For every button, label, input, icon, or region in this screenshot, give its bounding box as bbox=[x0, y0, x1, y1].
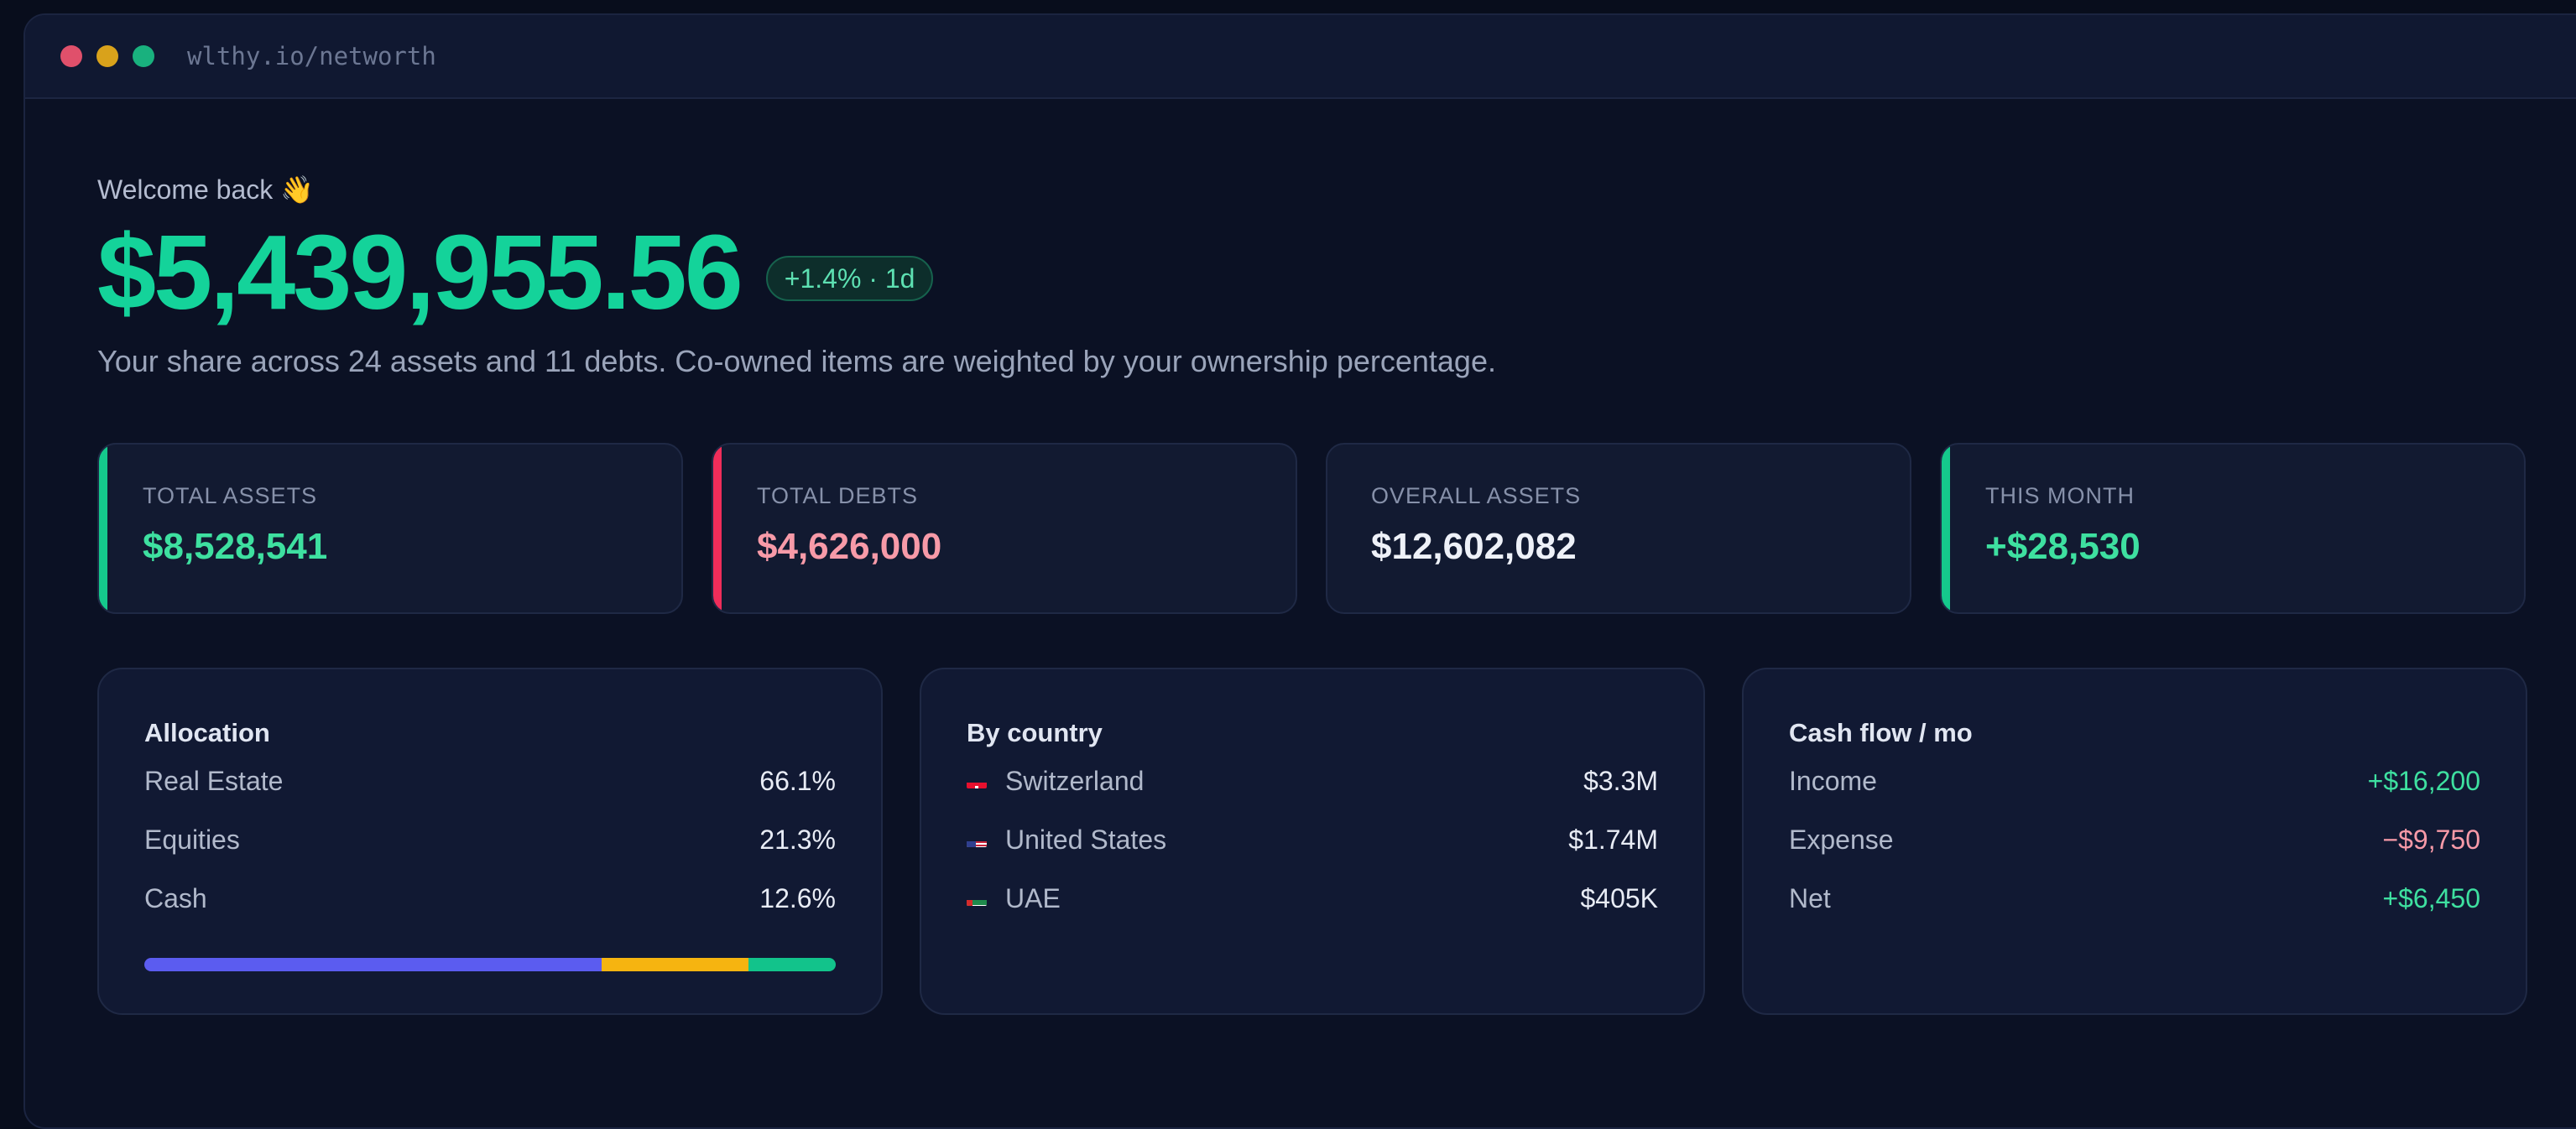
stat-card-total-assets: TOTAL ASSETS $8,528,541 bbox=[97, 443, 683, 614]
address-bar-url[interactable]: wlthy.io/networth bbox=[187, 42, 436, 70]
cash-flow-row-net: Net +$6,450 bbox=[1789, 869, 2480, 928]
stat-card-overall-assets: OVERALL ASSETS $12,602,082 bbox=[1326, 443, 1911, 614]
cash-flow-row-income: Income +$16,200 bbox=[1789, 752, 2480, 810]
stat-card-this-month: THIS MONTH +$28,530 bbox=[1940, 443, 2526, 614]
row-label: Equities bbox=[144, 824, 240, 855]
browser-window: wlthy.io/networth Welcome back 👋 $5,439,… bbox=[23, 13, 2576, 1129]
title-bar: wlthy.io/networth bbox=[25, 15, 2576, 99]
stat-value: $4,626,000 bbox=[757, 526, 942, 567]
stat-value: $12,602,082 bbox=[1371, 526, 1577, 567]
row-value: 12.6% bbox=[759, 882, 836, 913]
row-label: Income bbox=[1789, 765, 1877, 796]
country-label-wrap: UAE bbox=[967, 883, 1061, 914]
country-row-uae: UAE $405K bbox=[967, 869, 1658, 928]
allocation-segment-cash bbox=[748, 958, 836, 971]
stat-accent-bar bbox=[713, 445, 722, 612]
cash-flow-panel: Cash flow / mo Income +$16,200 Expense −… bbox=[1742, 668, 2527, 1015]
detail-panels: Allocation Real Estate 66.1% Equities 21… bbox=[97, 668, 2576, 1015]
allocation-bar bbox=[144, 958, 836, 971]
allocation-row-cash: Cash 12.6% bbox=[144, 869, 836, 928]
row-value: +$6,450 bbox=[2382, 882, 2480, 913]
row-label: Expense bbox=[1789, 824, 1894, 855]
switzerland-flag-icon bbox=[967, 773, 987, 788]
row-value: $405K bbox=[1580, 882, 1658, 913]
dashboard-content: Welcome back 👋 $5,439,955.56 +1.4% · 1d … bbox=[25, 99, 2576, 1015]
stat-value: +$28,530 bbox=[1985, 526, 2141, 567]
row-label: United States bbox=[1005, 824, 1167, 855]
row-label: Switzerland bbox=[1005, 765, 1145, 796]
stat-accent-bar bbox=[1942, 445, 1950, 612]
allocation-segment-equities bbox=[601, 958, 749, 971]
uae-flag-icon bbox=[967, 891, 987, 906]
row-value: $1.74M bbox=[1568, 824, 1658, 855]
row-value: 21.3% bbox=[759, 824, 836, 855]
close-window-button[interactable] bbox=[60, 45, 82, 67]
us-flag-icon bbox=[967, 832, 987, 847]
country-label-wrap: United States bbox=[967, 825, 1166, 856]
row-label: UAE bbox=[1005, 882, 1061, 913]
row-label: Cash bbox=[144, 882, 207, 913]
minimize-window-button[interactable] bbox=[96, 45, 118, 67]
row-value: +$16,200 bbox=[2367, 765, 2480, 796]
allocation-panel: Allocation Real Estate 66.1% Equities 21… bbox=[97, 668, 883, 1015]
row-value: 66.1% bbox=[759, 765, 836, 796]
allocation-segment-real-estate bbox=[144, 958, 602, 971]
stat-card-total-debts: TOTAL DEBTS $4,626,000 bbox=[712, 443, 1297, 614]
panel-title: Cash flow / mo bbox=[1789, 718, 1973, 747]
net-worth-value: $5,439,955.56 bbox=[97, 213, 743, 331]
by-country-panel: By country Switzerland $3.3M United Stat… bbox=[920, 668, 1705, 1015]
welcome-message: Welcome back 👋 bbox=[97, 174, 314, 205]
net-worth-description: Your share across 24 assets and 11 debts… bbox=[97, 344, 1496, 378]
row-label: Net bbox=[1789, 882, 1831, 913]
panel-title: Allocation bbox=[144, 718, 270, 747]
panel-title: By country bbox=[967, 718, 1103, 747]
net-worth-row: $5,439,955.56 +1.4% · 1d bbox=[97, 220, 2576, 325]
maximize-window-button[interactable] bbox=[133, 45, 154, 67]
country-row-switzerland: Switzerland $3.3M bbox=[967, 752, 1658, 810]
summary-stats: TOTAL ASSETS $8,528,541 TOTAL DEBTS $4,6… bbox=[97, 443, 2576, 614]
allocation-row-equities: Equities 21.3% bbox=[144, 810, 836, 869]
daily-change-badge: +1.4% · 1d bbox=[765, 256, 934, 301]
stat-label: OVERALL ASSETS bbox=[1371, 483, 1582, 508]
row-value: $3.3M bbox=[1583, 765, 1658, 796]
stat-accent-bar bbox=[99, 445, 107, 612]
row-value: −$9,750 bbox=[2382, 824, 2480, 855]
country-row-united-states: United States $1.74M bbox=[967, 810, 1658, 869]
allocation-row-real-estate: Real Estate 66.1% bbox=[144, 752, 836, 810]
stat-label: TOTAL DEBTS bbox=[757, 483, 919, 508]
stat-label: TOTAL ASSETS bbox=[143, 483, 318, 508]
stat-label: THIS MONTH bbox=[1985, 483, 2135, 508]
stat-value: $8,528,541 bbox=[143, 526, 328, 567]
country-label-wrap: Switzerland bbox=[967, 766, 1144, 797]
row-label: Real Estate bbox=[144, 765, 284, 796]
cash-flow-row-expense: Expense −$9,750 bbox=[1789, 810, 2480, 869]
